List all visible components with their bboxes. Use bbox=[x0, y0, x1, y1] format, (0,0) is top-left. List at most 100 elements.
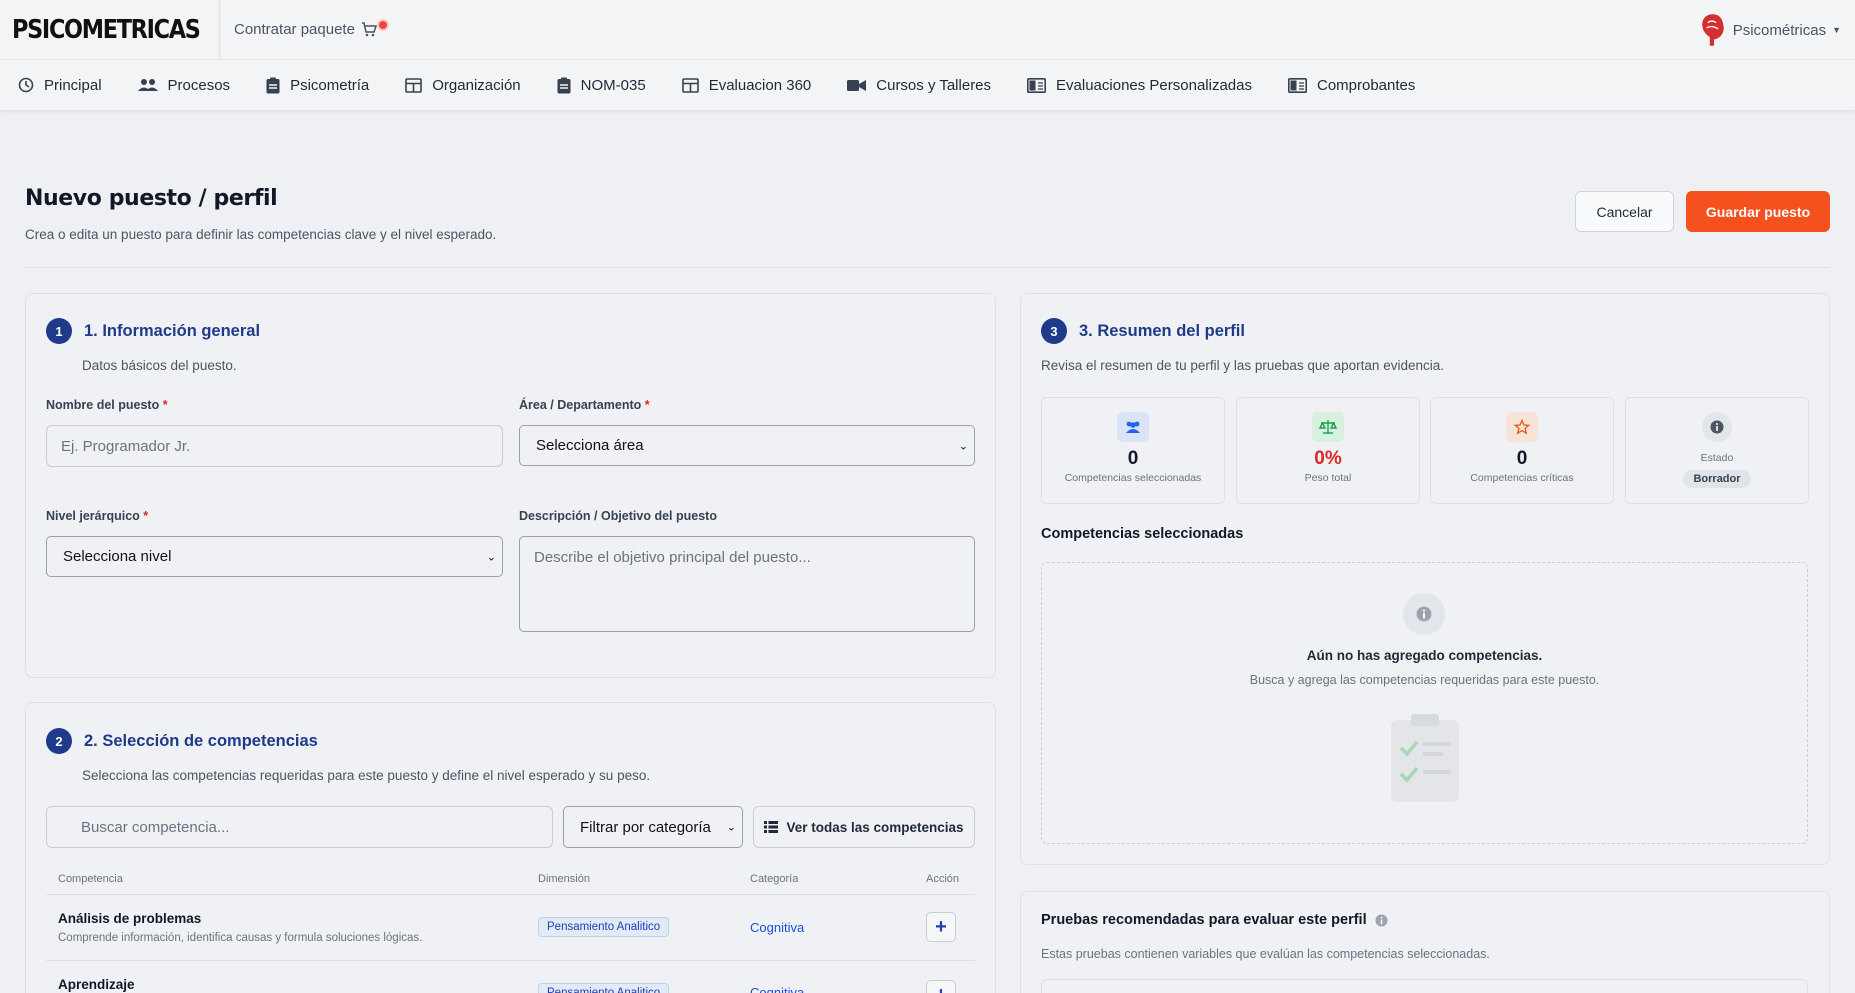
info-icon[interactable] bbox=[1375, 913, 1388, 927]
book-icon bbox=[1287, 77, 1307, 93]
stat-peso-total: 0% Peso total bbox=[1236, 397, 1420, 504]
pruebas-header: Pruebas recomendadas para evaluar este p… bbox=[1041, 912, 1388, 928]
people-icon bbox=[137, 79, 158, 91]
nav-label: Procesos bbox=[167, 76, 231, 94]
nav-label: NOM-035 bbox=[580, 76, 646, 94]
search-placeholder: Buscar competencia... bbox=[81, 818, 230, 836]
star-icon bbox=[1506, 412, 1538, 442]
competencia-name: Análisis de problemas bbox=[58, 911, 202, 926]
section-subtitle: Selecciona las competencias requeridas p… bbox=[82, 768, 651, 783]
cart-notification-dot bbox=[378, 20, 387, 29]
book-icon bbox=[1027, 77, 1047, 93]
stat-competencias-criticas: 0 Competencias críticas bbox=[1430, 397, 1614, 504]
ver-todas-button[interactable]: Ver todas las competencias bbox=[753, 806, 975, 848]
brand-logo[interactable]: PSICOMETRICAS bbox=[0, 0, 220, 60]
nombre-label: Nombre del puesto * bbox=[46, 398, 168, 412]
page-title: Nuevo puesto / perfil bbox=[25, 186, 278, 211]
competencia-desc: Comprende información, identifica causas… bbox=[58, 932, 423, 944]
nav-label: Psicometría bbox=[290, 76, 370, 94]
nivel-label: Nivel jerárquico * bbox=[46, 509, 148, 523]
nav-item-cursos[interactable]: Cursos y Talleres bbox=[847, 77, 991, 94]
stat-value: 0% bbox=[1314, 448, 1342, 469]
empty-state-title: Aún no has agregado competencias. bbox=[1306, 648, 1543, 663]
step-number: 3 bbox=[1041, 318, 1067, 344]
contratar-label: Contratar paquete bbox=[234, 21, 355, 38]
descripcion-label: Descripción / Objetivo del puesto bbox=[519, 509, 717, 523]
clock-icon bbox=[18, 77, 34, 93]
col-header-categoria: Categoría bbox=[750, 873, 799, 885]
chevron-down-icon: ▼ bbox=[1832, 25, 1841, 35]
cart-icon bbox=[361, 22, 377, 37]
nav-label: Evaluacion 360 bbox=[708, 76, 812, 94]
category-label: Cognitiva bbox=[750, 985, 805, 993]
chevron-down-icon: ⌄ bbox=[486, 551, 496, 563]
main-nav: Principal Procesos Psicometría Organizac… bbox=[0, 60, 1855, 111]
header-divider bbox=[25, 267, 1830, 268]
user-name: Psicométricas bbox=[1732, 21, 1827, 39]
cancel-button[interactable]: Cancelar bbox=[1575, 191, 1674, 232]
nav-item-procesos[interactable]: Procesos bbox=[137, 76, 231, 94]
clipboard-icon bbox=[557, 77, 571, 93]
video-icon bbox=[847, 79, 867, 91]
nav-item-nom035[interactable]: NOM-035 bbox=[557, 77, 646, 94]
nivel-select[interactable]: Selecciona nivel ⌄ bbox=[46, 536, 503, 577]
nav-item-principal[interactable]: Principal bbox=[18, 77, 102, 94]
search-input[interactable]: Buscar competencia... bbox=[46, 806, 553, 848]
contratar-paquete-link[interactable]: Contratar paquete bbox=[234, 20, 387, 38]
ver-todas-label: Ver todas las competencias bbox=[786, 819, 964, 835]
stat-value: 0 bbox=[1516, 448, 1528, 469]
section-1-header: 1 1. Información general bbox=[46, 318, 260, 344]
brand-name: PSICOMETRICAS bbox=[12, 14, 201, 45]
stat-estado: Estado Borrador bbox=[1625, 397, 1809, 504]
descripcion-placeholder: Describe el objetivo principal del puest… bbox=[534, 549, 811, 566]
user-menu[interactable]: Psicométricas ▼ bbox=[1699, 10, 1841, 50]
nav-label: Cursos y Talleres bbox=[876, 76, 992, 94]
category-filter-select[interactable]: Filtrar por categoría ⌄ bbox=[563, 806, 743, 848]
step-number: 1 bbox=[46, 318, 72, 344]
info-icon bbox=[1403, 593, 1445, 635]
section-title: 3. Resumen del perfil bbox=[1079, 321, 1245, 340]
selected-competencias-title: Competencias seleccionadas bbox=[1041, 526, 1244, 542]
row-divider bbox=[46, 960, 975, 961]
section-subtitle: Datos básicos del puesto. bbox=[82, 358, 237, 373]
add-competencia-button[interactable]: + bbox=[926, 980, 956, 993]
area-value: Selecciona área bbox=[536, 437, 644, 454]
nav-item-psicometria[interactable]: Psicometría bbox=[266, 77, 369, 94]
stat-label: Peso total bbox=[1304, 472, 1352, 484]
area-select[interactable]: Selecciona área ⌄ bbox=[519, 425, 975, 466]
nombre-input[interactable]: Ej. Programador Jr. bbox=[46, 425, 503, 467]
nav-label: Comprobantes bbox=[1316, 76, 1416, 94]
save-button[interactable]: Guardar puesto bbox=[1686, 191, 1830, 232]
list-icon bbox=[764, 821, 779, 833]
stat-competencias-seleccionadas: 0 Competencias seleccionadas bbox=[1041, 397, 1225, 504]
nav-item-evaluacion-360[interactable]: Evaluacion 360 bbox=[681, 76, 812, 94]
table-icon bbox=[405, 77, 423, 93]
pruebas-card bbox=[1020, 891, 1830, 993]
nav-item-comprobantes[interactable]: Comprobantes bbox=[1287, 76, 1416, 94]
nav-item-organizacion[interactable]: Organización bbox=[405, 77, 521, 94]
label-text: Nivel jerárquico bbox=[46, 509, 140, 523]
stat-label: Competencias seleccionadas bbox=[1064, 472, 1202, 484]
users-icon bbox=[1117, 412, 1149, 442]
pruebas-title: Pruebas recomendadas para evaluar este p… bbox=[1041, 912, 1367, 928]
top-bar: PSICOMETRICAS Contratar paquete Psicomét… bbox=[0, 0, 1855, 60]
page-subtitle: Crea o edita un puesto para definir las … bbox=[25, 227, 497, 242]
label-text: Nombre del puesto bbox=[46, 398, 160, 412]
section-3-header: 3 3. Resumen del perfil bbox=[1041, 318, 1245, 344]
section-2-header: 2 2. Selección de competencias bbox=[46, 728, 318, 754]
add-competencia-button[interactable]: + bbox=[926, 912, 956, 942]
section-subtitle: Revisa el resumen de tu perfil y las pru… bbox=[1041, 358, 1444, 373]
label-text: Área / Departamento bbox=[519, 398, 642, 412]
col-header-accion: Acción bbox=[926, 873, 960, 885]
step-number: 2 bbox=[46, 728, 72, 754]
clipboard-icon bbox=[266, 77, 280, 93]
table-header-divider bbox=[46, 894, 975, 895]
nav-item-evaluaciones-personalizadas[interactable]: Evaluaciones Personalizadas bbox=[1027, 77, 1252, 94]
required-mark: * bbox=[162, 398, 168, 412]
chevron-down-icon: ⌄ bbox=[958, 440, 968, 452]
competencia-name: Aprendizaje bbox=[58, 977, 135, 992]
clipboard-check-icon bbox=[1391, 714, 1459, 802]
descripcion-textarea[interactable]: Describe el objetivo principal del puest… bbox=[519, 536, 975, 632]
col-header-dimension: Dimensión bbox=[538, 873, 590, 885]
nav-label: Evaluaciones Personalizadas bbox=[1056, 76, 1252, 94]
